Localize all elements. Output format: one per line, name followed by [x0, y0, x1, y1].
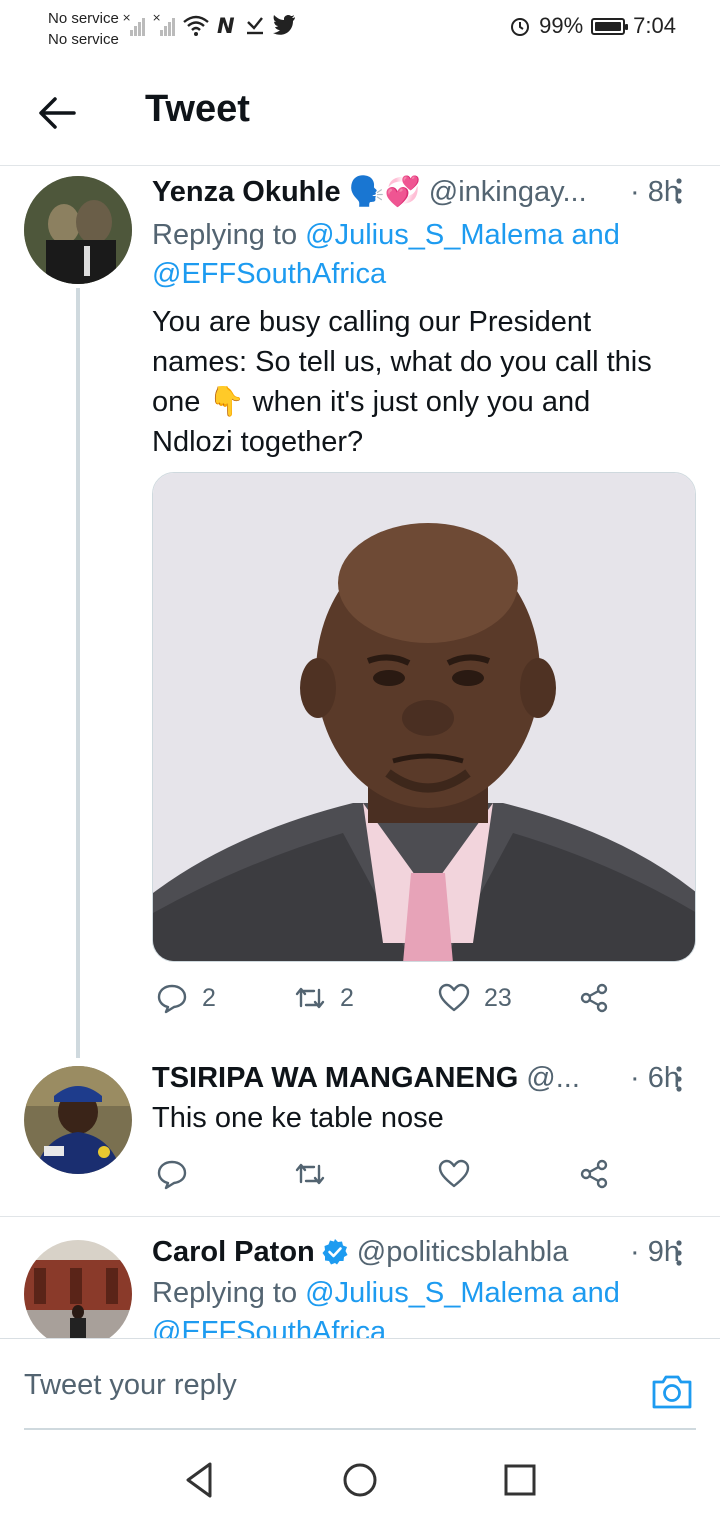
download-check-icon [247, 17, 263, 35]
avatar[interactable] [24, 1066, 132, 1174]
more-options-icon[interactable] [672, 1064, 686, 1094]
tweet-reply-input[interactable]: Tweet your reply [24, 1369, 237, 1402]
reply-bar: Tweet your reply [0, 1338, 720, 1430]
camera-icon [652, 1375, 692, 1409]
arrow-left-icon [39, 97, 76, 129]
tweet-time: · 6h [630, 1061, 680, 1094]
tweet-text-line: You are busy calling our President [152, 306, 592, 338]
more-options-icon[interactable] [672, 176, 686, 206]
reply-count: 2 [202, 983, 216, 1012]
mention-link[interactable]: @Julius_S_Malema and [305, 219, 620, 251]
avatar[interactable] [24, 1240, 132, 1338]
replying-to: Replying to @Julius_S_Malema and @EFFSou… [152, 216, 660, 294]
share-icon [580, 1159, 608, 1189]
tweet[interactable]: Carol Paton @politicsblahbla · 9h Replyi… [0, 1228, 720, 1338]
retweet-icon [295, 1163, 325, 1185]
tweet-time: · 9h [630, 1235, 680, 1268]
system-nav-bar [0, 1432, 720, 1520]
pointing-down-emoji: 👇 [208, 386, 245, 418]
tweet-actions [152, 1154, 622, 1194]
author-name[interactable]: Carol Paton [152, 1236, 315, 1269]
mention-link[interactable]: @Julius_S_Malema and [305, 1277, 620, 1309]
retweet-icon [295, 987, 325, 1009]
like-button[interactable]: 23 [438, 978, 512, 1018]
author-handle[interactable]: @inkingay... [429, 176, 587, 209]
tweet-time: · 8h [630, 175, 680, 208]
svg-text:×: × [152, 12, 161, 24]
carrier-info: No service No service [48, 8, 119, 50]
page-title: Tweet [145, 88, 250, 130]
name-emojis: 🗣️💞 [348, 176, 421, 208]
heart-icon [438, 983, 470, 1012]
reply-icon [157, 1160, 187, 1190]
tweet[interactable]: TSIRIPA WA MANGANENG @... · 6h This one … [0, 1056, 720, 1216]
signal-x-icon: × [122, 12, 145, 36]
nav-recents-icon[interactable] [500, 1460, 540, 1500]
tweet-text-line: names: So tell us, what do you call this [152, 346, 652, 378]
tweet-text: This one ke table nose [152, 1102, 444, 1134]
battery-percent: 99% [539, 13, 584, 38]
status-icons: × × N [122, 12, 296, 38]
replying-to: Replying to @Julius_S_Malema and @EFFSou… [152, 1274, 660, 1338]
svg-text:N: N [217, 14, 235, 36]
clock: 7:04 [633, 13, 676, 38]
tweet-text-line: Ndlozi together? [152, 426, 364, 458]
more-options-icon[interactable] [672, 1238, 686, 1268]
tweet-actions: 2 2 23 [152, 978, 622, 1018]
tweet-text-segment: when it's just only you and [244, 386, 591, 418]
battery-fill [595, 21, 621, 31]
status-bar: No service No service × × N 99% 7:04 [0, 0, 720, 56]
reply-button[interactable] [156, 1154, 188, 1194]
alarm-icon [511, 18, 530, 36]
reply-icon [157, 984, 187, 1014]
author-name[interactable]: TSIRIPA WA MANGANENG [152, 1062, 518, 1095]
author-handle[interactable]: @... [526, 1062, 580, 1095]
replying-prefix: Replying to [152, 1277, 306, 1309]
signal-x-icon: × [152, 12, 175, 36]
tweet-divider [0, 1216, 720, 1217]
share-button[interactable] [578, 978, 610, 1018]
verified-badge-icon [322, 1239, 348, 1265]
tweet[interactable]: Yenza Okuhle 🗣️💞 @inkingay... · 8h Reply… [0, 166, 720, 1058]
n-app-icon: N [217, 14, 235, 36]
heart-icon [438, 1159, 470, 1188]
retweet-button[interactable] [294, 1154, 326, 1194]
tweet-header: Yenza Okuhle 🗣️💞 @inkingay... · 8h [152, 172, 680, 212]
author-name[interactable]: Yenza Okuhle [152, 176, 341, 209]
nav-home-icon[interactable] [340, 1460, 380, 1500]
camera-button[interactable] [650, 1369, 694, 1413]
like-button[interactable] [438, 1154, 470, 1194]
battery-icon [591, 17, 629, 35]
tweet-header: Carol Paton @politicsblahbla · 9h [152, 1232, 680, 1272]
back-button[interactable] [36, 92, 78, 134]
tweet-text-segment: one [152, 386, 209, 418]
nav-back-icon[interactable] [180, 1460, 220, 1500]
twitter-bird-icon [273, 14, 295, 35]
mention-link[interactable]: @EFFSouthAfrica [152, 1316, 386, 1338]
tweet-media-photo[interactable] [152, 472, 696, 962]
wifi-icon [183, 15, 209, 36]
header: Tweet [0, 70, 720, 166]
avatar[interactable] [24, 176, 132, 284]
reply-button[interactable]: 2 [156, 978, 216, 1018]
retweet-button[interactable]: 2 [294, 978, 354, 1018]
mention-link[interactable]: @EFFSouthAfrica [152, 258, 386, 290]
author-handle[interactable]: @politicsblahbla [357, 1236, 569, 1269]
tweet-header: TSIRIPA WA MANGANENG @... · 6h [152, 1058, 680, 1098]
svg-text:×: × [122, 12, 131, 24]
thread-line [76, 288, 80, 1058]
reply-underline [24, 1428, 696, 1430]
retweet-count: 2 [340, 983, 354, 1012]
carrier-2-label: No service [48, 31, 119, 48]
replying-prefix: Replying to [152, 219, 306, 251]
like-count: 23 [484, 983, 512, 1012]
tweet-text: You are busy calling our President names… [152, 302, 684, 462]
status-right: 99% 7:04 [509, 13, 676, 39]
share-button[interactable] [578, 1154, 610, 1194]
carrier-1-label: No service [48, 10, 119, 27]
share-icon [580, 983, 608, 1013]
